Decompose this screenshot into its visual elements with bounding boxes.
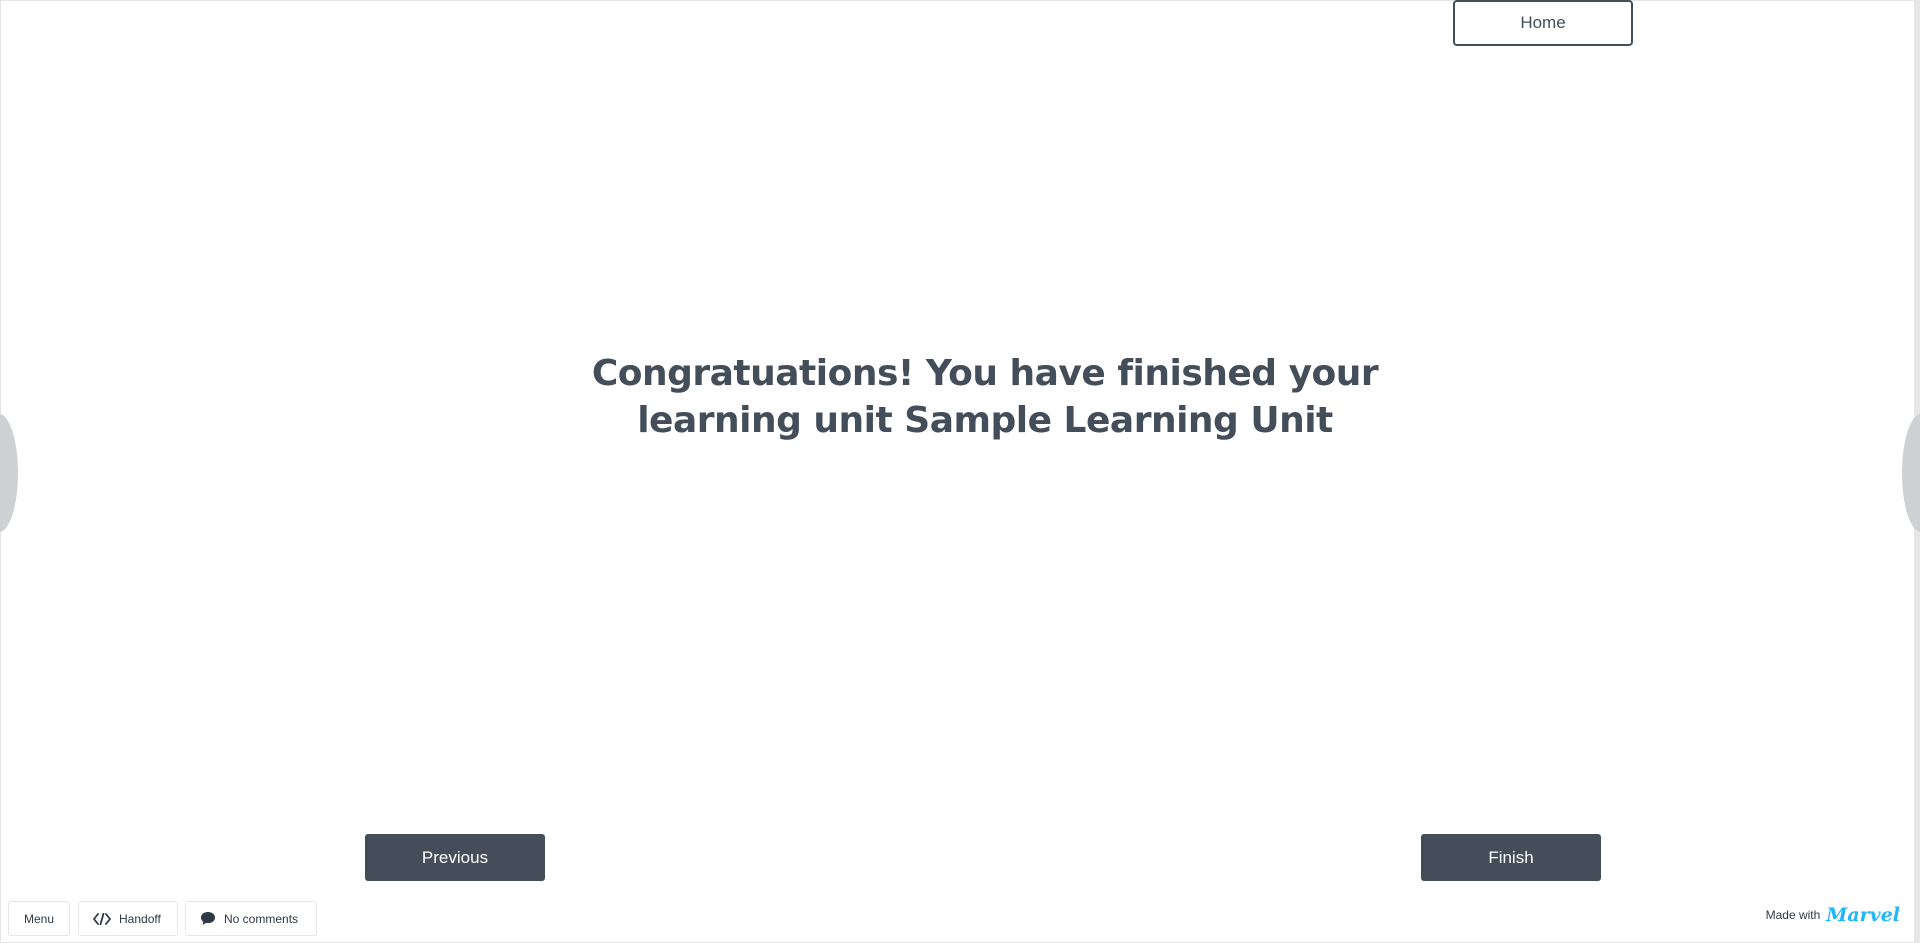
menu-label: Menu (23, 911, 55, 926)
comments-button[interactable]: No comments (185, 901, 317, 936)
previous-button[interactable]: Previous (365, 834, 545, 881)
completion-headline: Congratuations! You have finished your l… (560, 350, 1410, 444)
code-icon (93, 912, 111, 925)
handoff-label: Handoff (119, 911, 161, 926)
made-with-marvel-badge[interactable]: Made with Marvel (1766, 904, 1900, 926)
prototype-frame (0, 0, 1920, 943)
headline-line-1: Congratuations! You have finished your (591, 353, 1379, 394)
headline-line-2: learning unit Sample Learning Unit (637, 400, 1333, 441)
made-with-label: Made with (1765, 908, 1821, 922)
home-button[interactable]: Home (1453, 0, 1633, 46)
marvel-logo: Marvel (1826, 904, 1900, 926)
finish-button[interactable]: Finish (1421, 834, 1601, 881)
comments-label: No comments (224, 911, 299, 926)
menu-button[interactable]: Menu (8, 901, 70, 936)
handoff-button[interactable]: Handoff (78, 901, 178, 936)
comment-bubble-icon (200, 911, 216, 926)
prototype-toolbar: Menu Handoff No comments Made with Marve… (0, 896, 1914, 943)
